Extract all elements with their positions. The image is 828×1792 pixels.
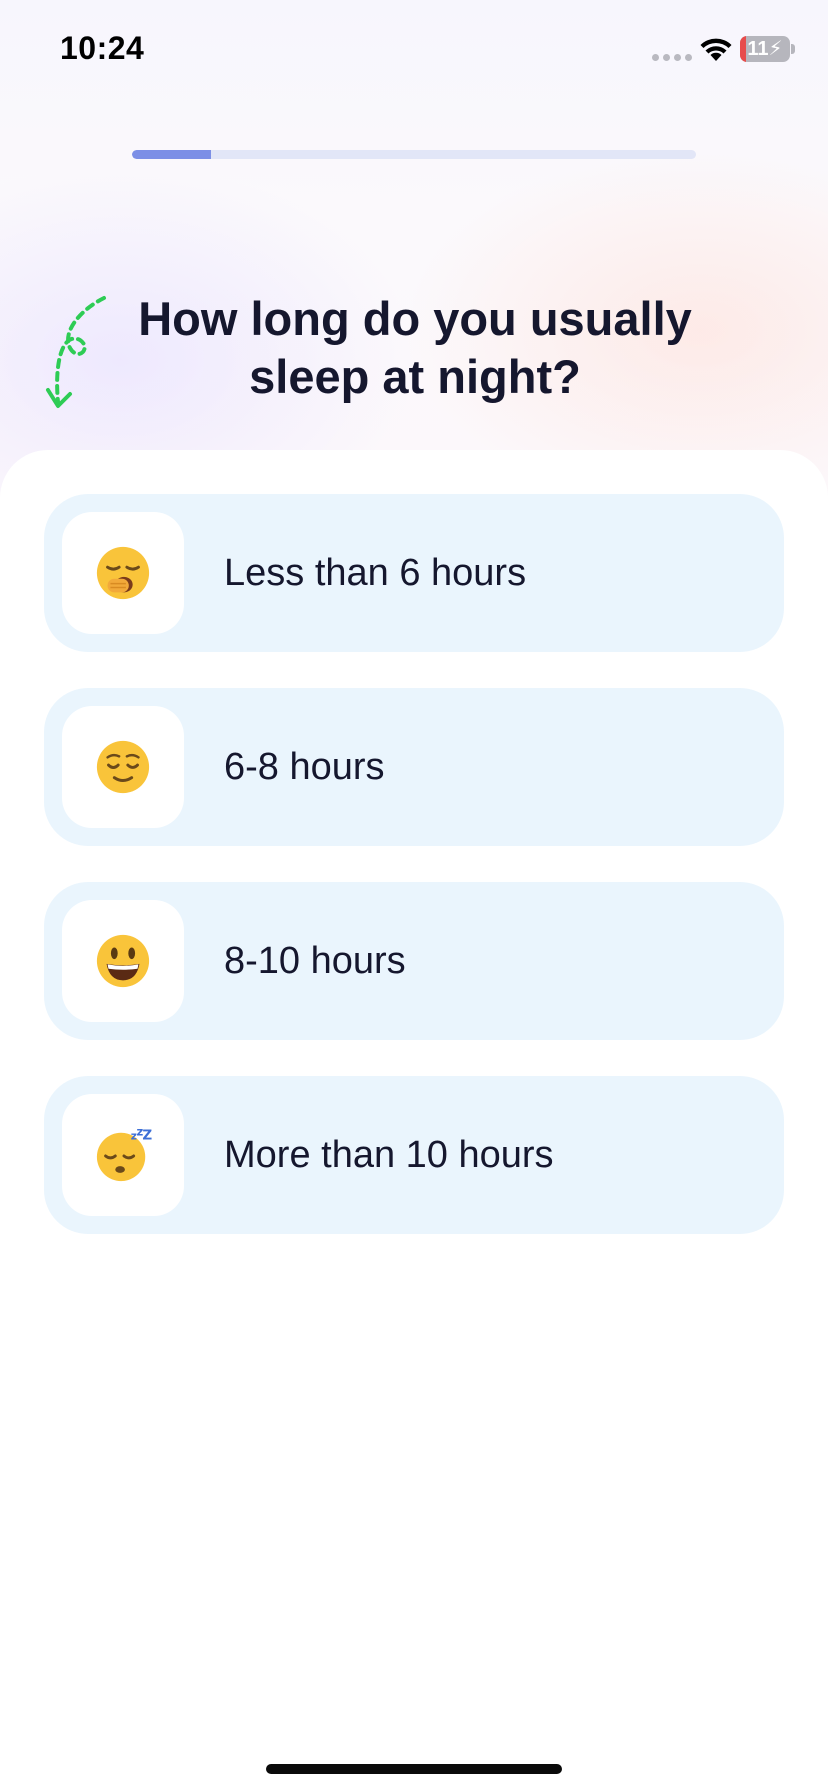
option-label: 8-10 hours [224, 940, 406, 982]
smiling-face-icon [96, 934, 150, 988]
option-label: Less than 6 hours [224, 552, 527, 594]
battery-icon: 11⚡ [740, 36, 790, 62]
option-label: More than 10 hours [224, 1134, 554, 1176]
home-indicator[interactable] [266, 1764, 562, 1774]
wifi-icon [700, 38, 732, 61]
option-more-than-10-hours[interactable]: z z Z More than 10 hours [44, 1076, 784, 1234]
battery-nub [791, 44, 795, 54]
option-icon-box [62, 706, 184, 828]
battery-percent: 11⚡ [747, 38, 783, 60]
progress-bar-fill [132, 150, 211, 159]
status-time: 10:24 [60, 30, 145, 66]
option-icon-box: z z Z [62, 1094, 184, 1216]
option-label: 6-8 hours [224, 746, 385, 788]
question-title: How long do you usually sleep at night? [138, 292, 692, 403]
progress-bar [132, 150, 696, 159]
sleeping-face-icon: z z Z [96, 1126, 152, 1182]
dashed-curved-arrow-icon [46, 296, 106, 408]
relieved-face-icon [96, 740, 150, 794]
option-8-10-hours[interactable]: 8-10 hours [44, 882, 784, 1040]
svg-text:Z: Z [142, 1128, 152, 1144]
option-less-than-6-hours[interactable]: Less than 6 hours [44, 494, 784, 652]
option-icon-box [62, 900, 184, 1022]
cellular-signal-icon [652, 54, 692, 61]
status-bar: 10:24 11⚡ [0, 0, 828, 100]
yawning-face-icon [96, 546, 150, 600]
option-6-8-hours[interactable]: 6-8 hours [44, 688, 784, 846]
option-icon-box [62, 512, 184, 634]
